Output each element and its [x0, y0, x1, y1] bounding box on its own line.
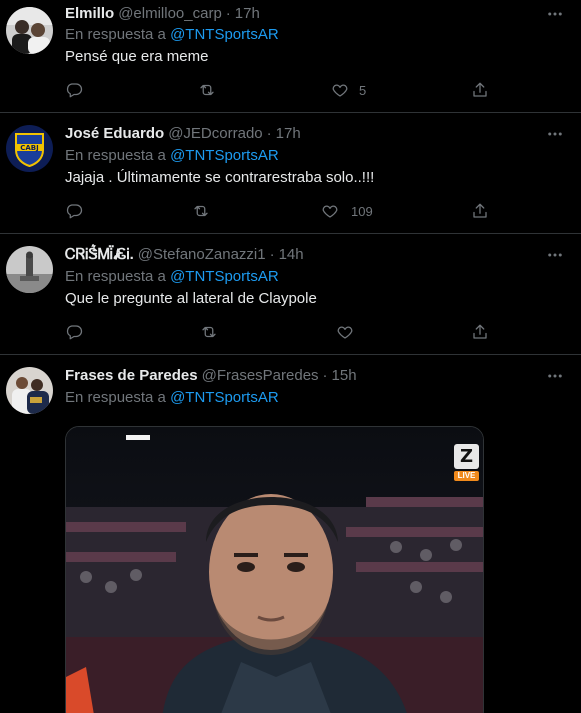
- tweet-header: José Eduardo @JEDcorrado · 17h: [65, 124, 301, 144]
- tweet[interactable]: ᏟᏒᎥᏕ͛ᎷᎥ̈ ̸̴̴̷̷̷̷̷̸̷̸̷ᏋᎥ. @StefanoZanazzi…: [0, 234, 581, 355]
- display-name[interactable]: Elmillo: [65, 4, 114, 24]
- reply-context: En respuesta a @TNTSportsAR: [65, 388, 279, 408]
- reply-prefix: En respuesta a: [65, 268, 166, 285]
- more-options-button[interactable]: [541, 4, 569, 24]
- share-icon: [473, 203, 487, 218]
- live-badge: Z LIVE: [454, 444, 479, 481]
- separator-dot: ·: [269, 246, 275, 263]
- retweet-button[interactable]: [200, 320, 218, 344]
- retweet-button[interactable]: [198, 78, 216, 102]
- more-dots-icon: [548, 132, 562, 136]
- display-name[interactable]: Frases de Paredes: [65, 366, 198, 386]
- tweet[interactable]: CABJ José Eduardo @JEDcorrado · 17h En r…: [0, 113, 581, 234]
- reply-context: En respuesta a @TNTSportsAR: [65, 267, 279, 287]
- timestamp[interactable]: 14h: [279, 245, 304, 265]
- tweet[interactable]: Frases de Paredes @FrasesParedes · 15h E…: [0, 355, 581, 713]
- timestamp[interactable]: 17h: [276, 124, 301, 144]
- reply-mention-link[interactable]: @TNTSportsAR: [170, 268, 279, 285]
- timestamp[interactable]: 17h: [235, 4, 260, 24]
- retweet-icon: [202, 326, 216, 338]
- timestamp[interactable]: 15h: [332, 366, 357, 386]
- reply-prefix: En respuesta a: [65, 147, 166, 164]
- share-icon: [473, 82, 487, 97]
- share-button[interactable]: [471, 199, 489, 223]
- like-button[interactable]: [336, 320, 354, 344]
- two-players-photo-icon: [6, 367, 53, 414]
- reply-mention-link[interactable]: @TNTSportsAR: [170, 147, 279, 164]
- reply-icon: [66, 204, 83, 219]
- more-options-button[interactable]: [541, 245, 569, 265]
- avatar[interactable]: [6, 246, 53, 293]
- heart-icon: [332, 84, 348, 97]
- tweet-header: Elmillo @elmilloo_carp · 17h: [65, 4, 260, 24]
- reply-icon: [66, 325, 83, 340]
- tweet-text: Que le pregunte al lateral de Claypole: [65, 290, 317, 307]
- profile-photo-two-men-icon: [6, 7, 53, 54]
- share-icon: [473, 324, 487, 339]
- reply-mention-link[interactable]: @TNTSportsAR: [170, 26, 279, 43]
- tweet-media[interactable]: Z LIVE: [65, 426, 484, 713]
- more-options-button[interactable]: [541, 366, 569, 386]
- svg-text:CABJ: CABJ: [20, 144, 39, 152]
- user-handle[interactable]: @FrasesParedes: [202, 366, 319, 386]
- share-button[interactable]: [471, 320, 489, 344]
- user-handle[interactable]: @elmilloo_carp: [118, 4, 222, 24]
- tweet-text: Pensé que era meme: [65, 48, 209, 65]
- reply-context: En respuesta a @TNTSportsAR: [65, 25, 279, 45]
- reply-button[interactable]: [65, 320, 83, 344]
- avatar[interactable]: [6, 367, 53, 414]
- statue-photo-icon: [6, 246, 53, 293]
- like-count: 109: [351, 203, 373, 219]
- user-handle[interactable]: @StefanoZanazzi1: [138, 245, 266, 265]
- tweet-actions: [0, 320, 581, 344]
- more-options-button[interactable]: [541, 124, 569, 144]
- tweet-header: Frases de Paredes @FrasesParedes · 15h: [65, 366, 357, 386]
- more-dots-icon: [548, 374, 562, 378]
- like-button[interactable]: 5: [331, 78, 366, 102]
- reply-context: En respuesta a @TNTSportsAR: [65, 146, 279, 166]
- heart-icon: [322, 205, 338, 218]
- tweet[interactable]: Elmillo @elmilloo_carp · 17h En respuest…: [0, 0, 581, 113]
- retweet-icon: [194, 205, 208, 217]
- live-label: LIVE: [454, 471, 479, 481]
- reply-icon: [66, 83, 83, 98]
- heart-icon: [337, 326, 353, 339]
- separator-dot: ·: [322, 367, 328, 384]
- reply-prefix: En respuesta a: [65, 26, 166, 43]
- tweet-actions: 5: [0, 78, 581, 102]
- reply-button[interactable]: [65, 199, 83, 223]
- display-name[interactable]: ᏟᏒᎥᏕ͛ᎷᎥ̈ ̸̴̴̷̷̷̷̷̸̷̸̷ᏋᎥ.: [65, 245, 134, 265]
- reply-mention-link[interactable]: @TNTSportsAR: [170, 389, 279, 406]
- retweet-button[interactable]: [192, 199, 210, 223]
- like-count: 5: [359, 82, 367, 98]
- tweet-text: Jajaja . Últimamente se contrarestraba s…: [65, 169, 375, 186]
- avatar[interactable]: CABJ: [6, 125, 53, 172]
- more-dots-icon: [548, 12, 562, 16]
- more-dots-icon: [548, 253, 562, 257]
- separator-dot: ·: [266, 125, 272, 142]
- avatar[interactable]: [6, 7, 53, 54]
- tweet-header: ᏟᏒᎥᏕ͛ᎷᎥ̈ ̸̴̴̷̷̷̷̷̸̷̸̷ᏋᎥ. @StefanoZanazzi…: [65, 245, 304, 265]
- boca-juniors-crest-icon: CABJ: [6, 125, 53, 172]
- retweet-icon: [200, 84, 214, 96]
- channel-logo: Z: [459, 446, 474, 467]
- tweet-actions: 109: [0, 199, 581, 223]
- like-button[interactable]: 109: [321, 199, 373, 223]
- separator-dot: ·: [225, 5, 231, 22]
- display-name[interactable]: José Eduardo: [65, 124, 164, 144]
- share-button[interactable]: [471, 78, 489, 102]
- reply-button[interactable]: [65, 78, 83, 102]
- user-handle[interactable]: @JEDcorrado: [168, 124, 262, 144]
- coach-stadium-photo-icon: [66, 427, 483, 713]
- reply-prefix: En respuesta a: [65, 389, 166, 406]
